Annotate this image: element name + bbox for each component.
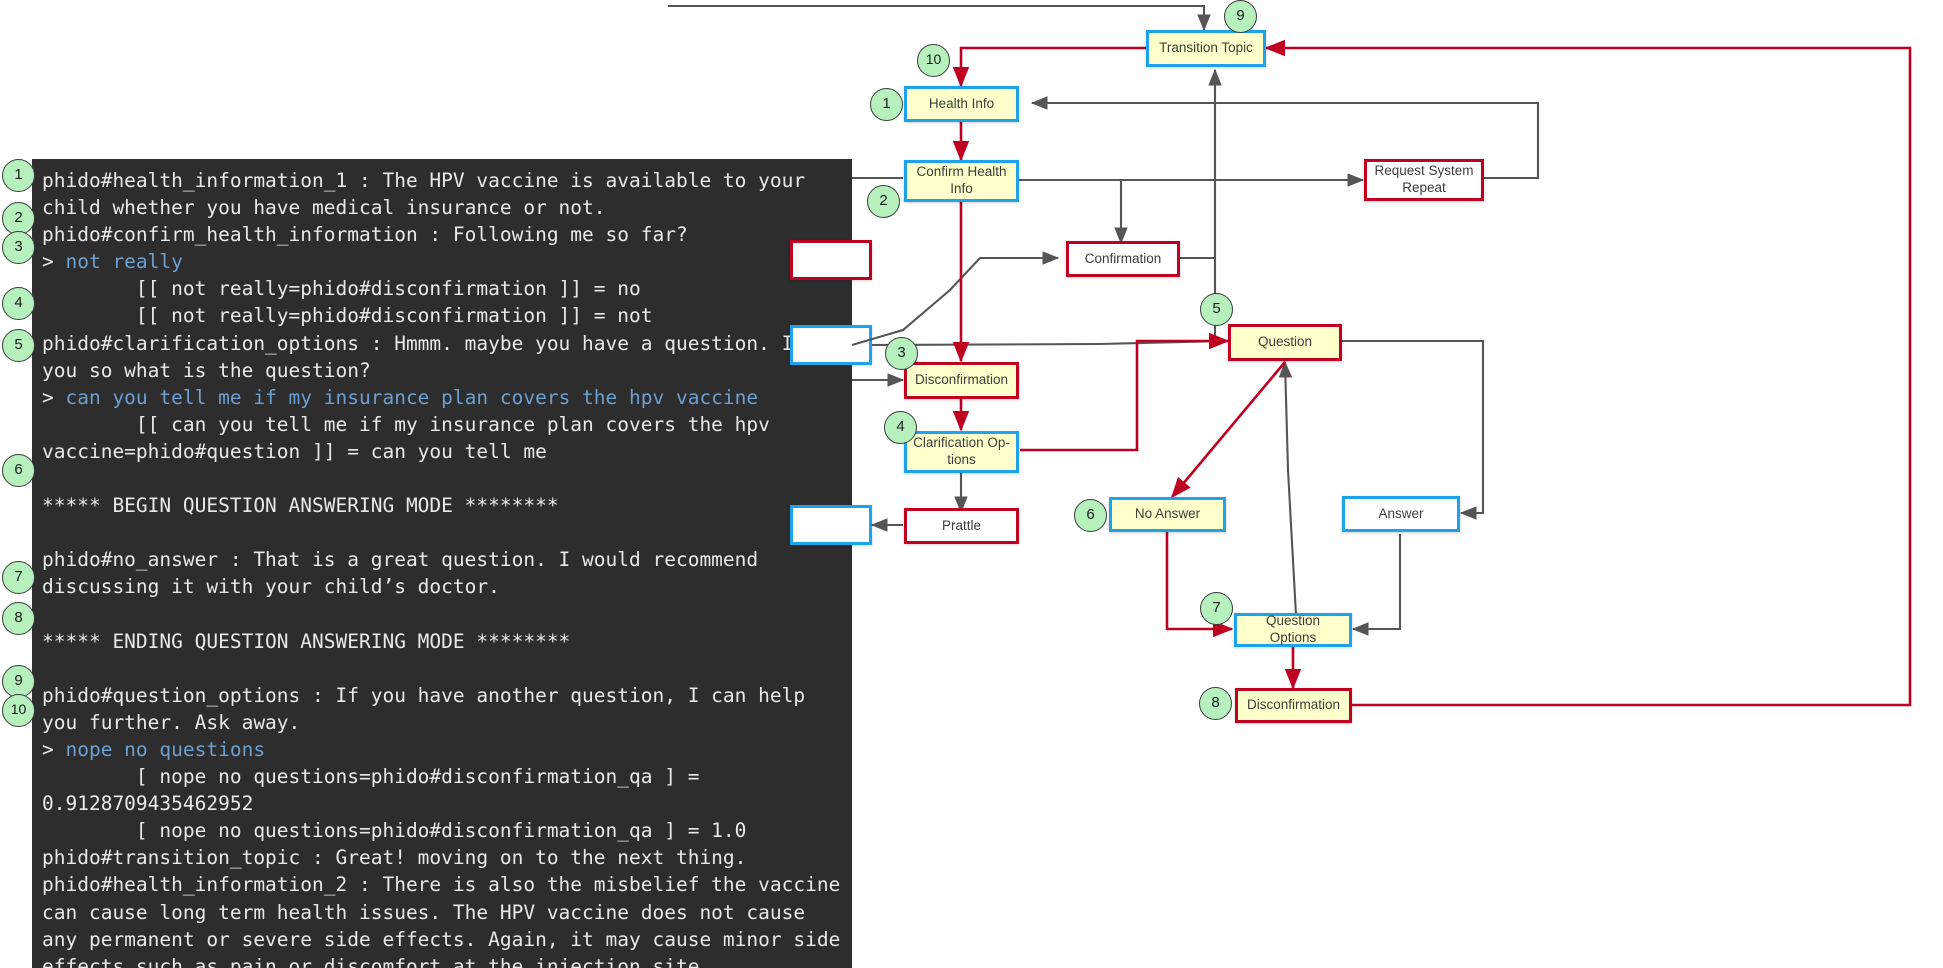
node-label: Disconfirmation — [1246, 697, 1341, 713]
node-label: Health Info — [928, 95, 995, 111]
node-disconfirmation-2[interactable]: Disconfirmation — [1235, 688, 1352, 723]
node-health-info[interactable]: Health Info — [904, 86, 1019, 122]
node-confirm-health-info[interactable]: Confirm Health Info — [904, 160, 1019, 202]
step-badge-diagram-6: 6 — [1074, 499, 1107, 532]
node-label: Transition Topic — [1159, 40, 1253, 56]
node-no-answer[interactable]: No Answer — [1109, 497, 1226, 532]
step-badge-terminal-10: 10 — [2, 694, 35, 727]
node-disconfirmation-1[interactable]: Disconfirmation — [904, 362, 1019, 399]
node-label: Request System Repeat — [1374, 163, 1474, 195]
screenshot-root: Transition Topic Health Info Confirm Hea… — [0, 0, 1943, 968]
step-badge-diagram-1: 1 — [870, 88, 903, 121]
node-transition-topic[interactable]: Transition Topic — [1146, 30, 1266, 67]
node-label: Disconfirmation — [914, 372, 1009, 388]
node-label: No Answer — [1134, 506, 1201, 522]
node-answer[interactable]: Answer — [1342, 496, 1460, 532]
node-question[interactable]: Question — [1228, 324, 1342, 361]
step-badge-terminal-6: 6 — [2, 454, 35, 487]
step-badge-terminal-4: 4 — [2, 287, 35, 320]
node-label: Question — [1257, 334, 1313, 350]
node-confirmation[interactable]: Confirmation — [1066, 241, 1180, 277]
node-label: Clarification Op-tions — [913, 435, 1010, 467]
node-label: Answer — [1378, 505, 1424, 521]
step-badge-diagram-8: 8 — [1199, 687, 1232, 720]
node-clarification-options[interactable]: Clarification Op-tions — [904, 431, 1019, 473]
step-badge-terminal-1: 1 — [2, 159, 35, 192]
node-question-options[interactable]: Question Options — [1234, 613, 1352, 647]
step-badge-terminal-3: 3 — [2, 231, 35, 264]
node-label: Question Options — [1265, 613, 1321, 645]
step-badge-diagram-7: 7 — [1200, 592, 1233, 625]
node-label: Confirm Health Info — [916, 164, 1007, 196]
node-request-system-repeat[interactable]: Request System Repeat — [1364, 159, 1484, 201]
flow-connectors — [668, 4, 1912, 707]
step-badge-diagram-3: 3 — [885, 337, 918, 370]
step-badge-diagram-9: 9 — [1224, 0, 1257, 33]
node-prattle[interactable]: Prattle — [904, 508, 1019, 544]
step-badge-terminal-8: 8 — [2, 602, 35, 635]
step-badge-diagram-5: 5 — [1200, 293, 1233, 326]
step-badge-terminal-7: 7 — [2, 561, 35, 594]
step-badge-terminal-5: 5 — [2, 329, 35, 362]
step-badge-diagram-10: 10 — [917, 44, 950, 77]
step-badge-diagram-4: 4 — [884, 411, 917, 444]
step-badge-diagram-2: 2 — [867, 185, 900, 218]
node-label: Confirmation — [1084, 250, 1162, 266]
node-label: Prattle — [941, 517, 982, 533]
